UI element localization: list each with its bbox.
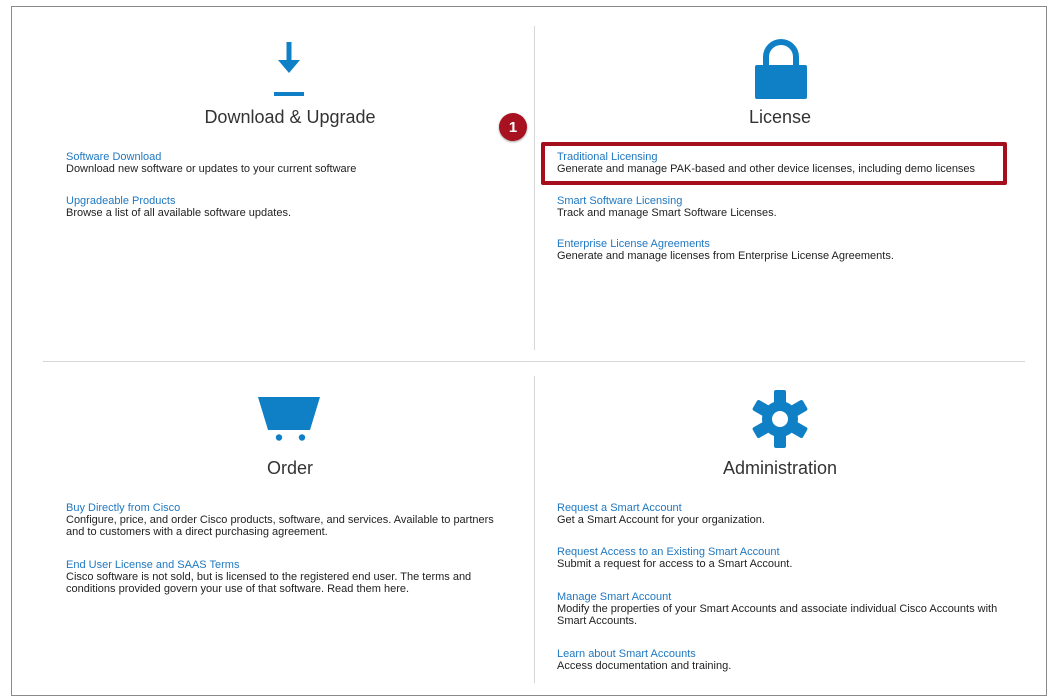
learn-smart-accounts-link[interactable]: Learn about Smart Accounts bbox=[557, 648, 1002, 660]
horizontal-divider bbox=[43, 361, 1025, 362]
license-title: License bbox=[748, 107, 812, 127]
upgradeable-products-entry: Upgradeable Products Browse a list of al… bbox=[66, 195, 526, 219]
vertical-divider-bottom bbox=[534, 376, 535, 683]
buy-directly-entry: Buy Directly from Cisco Configure, price… bbox=[66, 502, 511, 538]
enterprise-license-desc: Generate and manage licenses from Enterp… bbox=[557, 250, 894, 262]
eula-saas-link[interactable]: End User License and SAAS Terms bbox=[66, 559, 511, 571]
enterprise-license-entry: Enterprise License Agreements Generate a… bbox=[557, 238, 1007, 262]
traditional-licensing-entry: Traditional Licensing Generate and manag… bbox=[557, 151, 1007, 175]
callout-badge: 1 bbox=[499, 113, 527, 141]
gear-icon bbox=[750, 389, 810, 454]
order-title: Order bbox=[266, 458, 313, 478]
administration-title: Administration bbox=[722, 458, 838, 478]
learn-smart-accounts-entry: Learn about Smart Accounts Access docume… bbox=[557, 648, 1002, 672]
request-access-link[interactable]: Request Access to an Existing Smart Acco… bbox=[557, 546, 1002, 558]
traditional-licensing-link[interactable]: Traditional Licensing bbox=[557, 151, 1007, 163]
smart-software-licensing-link[interactable]: Smart Software Licensing bbox=[557, 195, 1007, 207]
request-access-entry: Request Access to an Existing Smart Acco… bbox=[557, 546, 1002, 570]
eula-saas-entry: End User License and SAAS Terms Cisco so… bbox=[66, 559, 511, 595]
manage-smart-account-link[interactable]: Manage Smart Account bbox=[557, 591, 1002, 603]
request-smart-account-desc: Get a Smart Account for your organizatio… bbox=[557, 514, 765, 526]
cart-icon bbox=[258, 396, 320, 447]
request-smart-account-entry: Request a Smart Account Get a Smart Acco… bbox=[557, 502, 1002, 526]
learn-smart-accounts-desc: Access documentation and training. bbox=[557, 660, 732, 672]
software-download-link[interactable]: Software Download bbox=[66, 151, 526, 163]
manage-smart-account-desc: Modify the properties of your Smart Acco… bbox=[557, 603, 998, 627]
traditional-licensing-desc: Generate and manage PAK-based and other … bbox=[557, 163, 976, 175]
upgradeable-products-link[interactable]: Upgradeable Products bbox=[66, 195, 526, 207]
request-access-desc: Submit a request for access to a Smart A… bbox=[557, 558, 793, 570]
manage-smart-account-entry: Manage Smart Account Modify the properti… bbox=[557, 591, 1002, 627]
lock-icon bbox=[753, 38, 809, 105]
buy-directly-desc: Configure, price, and order Cisco produc… bbox=[66, 514, 494, 538]
upgradeable-products-desc: Browse a list of all available software … bbox=[66, 207, 292, 219]
buy-directly-link[interactable]: Buy Directly from Cisco bbox=[66, 502, 511, 514]
smart-software-licensing-entry: Smart Software Licensing Track and manag… bbox=[557, 195, 1007, 219]
software-download-entry: Software Download Download new software … bbox=[66, 151, 526, 175]
eula-saas-desc: Cisco software is not sold, but is licen… bbox=[66, 571, 472, 595]
vertical-divider-top bbox=[534, 26, 535, 350]
enterprise-license-link[interactable]: Enterprise License Agreements bbox=[557, 238, 1007, 250]
request-smart-account-link[interactable]: Request a Smart Account bbox=[557, 502, 1002, 514]
software-download-desc: Download new software or updates to your… bbox=[66, 163, 357, 175]
download-icon bbox=[274, 40, 304, 103]
smart-software-licensing-desc: Track and manage Smart Software Licenses… bbox=[557, 207, 777, 219]
download-upgrade-title: Download & Upgrade bbox=[204, 107, 376, 127]
